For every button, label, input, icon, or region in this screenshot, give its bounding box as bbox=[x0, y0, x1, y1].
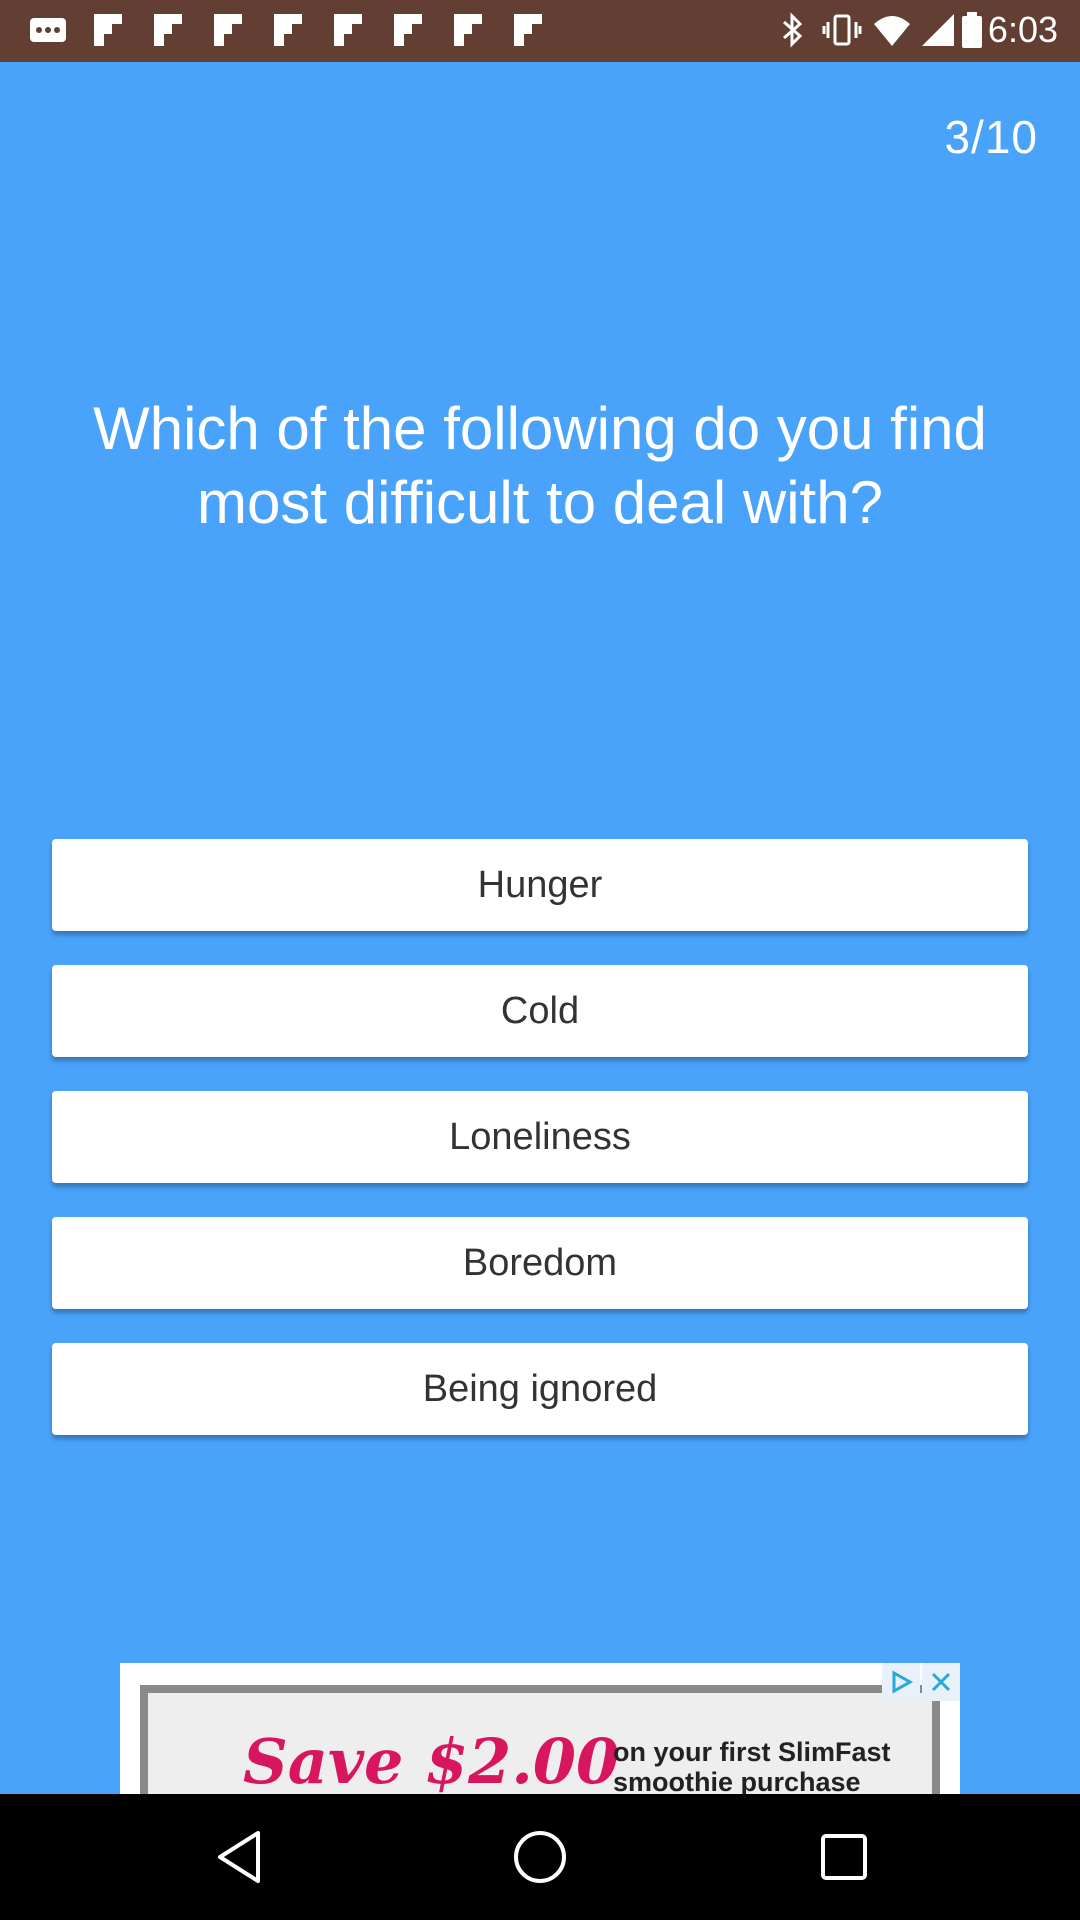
option-button-cold[interactable]: Cold bbox=[52, 965, 1028, 1057]
status-time: 6:03 bbox=[987, 9, 1058, 50]
ad-banner[interactable]: Save $2.00 on your first SlimFast smooth… bbox=[120, 1663, 960, 1794]
question-progress: 3/10 bbox=[944, 111, 1038, 163]
more-icon bbox=[30, 18, 66, 42]
back-icon[interactable] bbox=[210, 1827, 270, 1887]
quiz-screen: 3/10 Which of the following do you find … bbox=[0, 62, 1080, 1794]
flipboard-icon bbox=[94, 14, 122, 46]
option-button-loneliness[interactable]: Loneliness bbox=[52, 1091, 1028, 1183]
close-icon[interactable] bbox=[922, 1663, 960, 1701]
home-icon[interactable] bbox=[510, 1827, 570, 1887]
flipboard-icon bbox=[154, 14, 182, 46]
ad-content[interactable]: Save $2.00 on your first SlimFast smooth… bbox=[140, 1685, 940, 1794]
flipboard-icon bbox=[214, 14, 242, 46]
wifi-icon bbox=[874, 16, 910, 46]
flipboard-icon bbox=[274, 14, 302, 46]
flipboard-icon bbox=[454, 14, 482, 46]
status-bar: 6:03 bbox=[0, 0, 1080, 62]
ad-choices-icon[interactable] bbox=[882, 1663, 920, 1701]
flipboard-icon bbox=[334, 14, 362, 46]
battery-icon bbox=[962, 12, 982, 48]
navigation-bar bbox=[0, 1794, 1080, 1920]
ad-headline: Save $2.00 bbox=[243, 1725, 620, 1794]
ad-subtext: on your first SlimFast smoothie purchase bbox=[613, 1737, 891, 1794]
signal-icon bbox=[922, 14, 954, 46]
vibrate-icon bbox=[822, 14, 862, 46]
option-button-being-ignored[interactable]: Being ignored bbox=[52, 1343, 1028, 1435]
bluetooth-icon bbox=[783, 12, 803, 48]
option-button-boredom[interactable]: Boredom bbox=[52, 1217, 1028, 1309]
question-text: Which of the following do you find most … bbox=[93, 395, 987, 536]
option-button-hunger[interactable]: Hunger bbox=[52, 839, 1028, 931]
recents-icon[interactable] bbox=[814, 1827, 874, 1887]
flipboard-icon bbox=[514, 14, 542, 46]
flipboard-icon bbox=[394, 14, 422, 46]
